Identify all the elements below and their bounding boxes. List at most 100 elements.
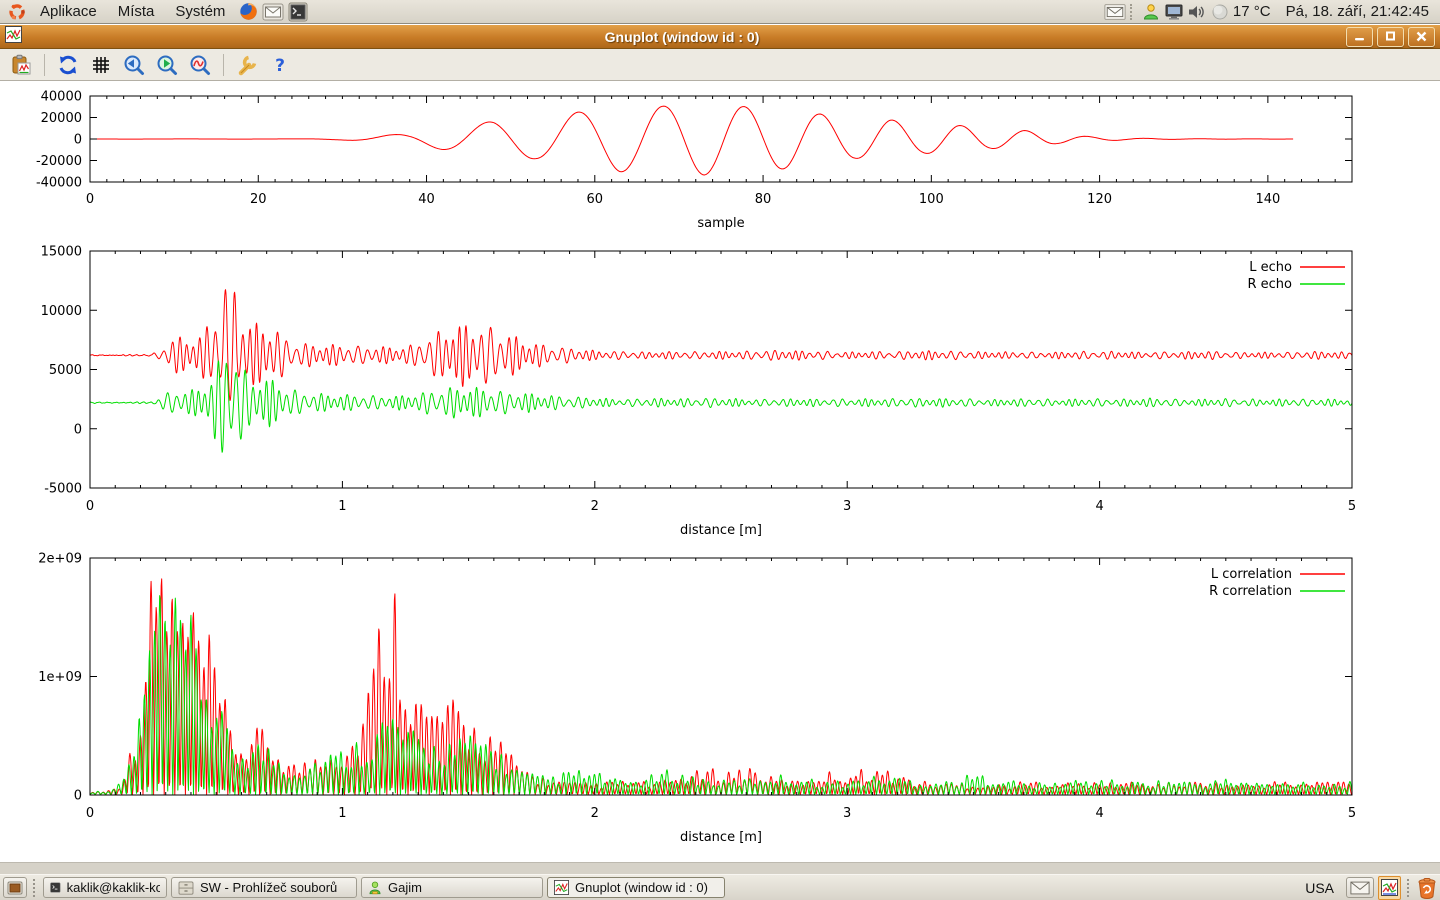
svg-text:sample: sample (697, 216, 744, 231)
gnuplot-icon (554, 880, 569, 895)
mail-notification-icon[interactable] (1104, 1, 1126, 23)
svg-text:0: 0 (74, 422, 82, 437)
task-file-manager[interactable]: SW - Prohlížeč souborů (171, 877, 357, 898)
maximize-button[interactable] (1377, 27, 1404, 47)
mail-tray-icon (1350, 881, 1370, 895)
desktop-screen: Aplikace Místa Systém (0, 0, 1440, 900)
firefox-launcher-icon[interactable] (236, 0, 260, 24)
svg-text:-40000: -40000 (36, 176, 82, 191)
unzoom-icon (189, 54, 211, 76)
unzoom-button[interactable] (185, 51, 215, 78)
svg-text:distance [m]: distance [m] (680, 523, 762, 538)
minimize-button[interactable] (1346, 27, 1373, 47)
plot-area[interactable]: 020406080100120140-40000-200000200004000… (0, 81, 1440, 862)
terminal-launcher-icon[interactable] (286, 0, 310, 24)
svg-text:3: 3 (843, 499, 851, 514)
menu-system[interactable]: Systém (165, 2, 235, 21)
task-gnuplot[interactable]: Gnuplot (window id : 0) (547, 877, 725, 898)
task-gajim[interactable]: Gajim (361, 877, 543, 898)
user-switcher-icon[interactable] (1140, 1, 1162, 23)
svg-text:R echo: R echo (1247, 277, 1292, 292)
chart-0: 020406080100120140-40000-200000200004000… (36, 90, 1352, 232)
axis-ticks (90, 558, 1352, 795)
svg-text:60: 60 (587, 192, 604, 207)
mail-launcher-icon[interactable] (261, 0, 285, 24)
help-button[interactable]: ? (265, 51, 295, 78)
chart-2: 01234501e+092e+09distance [m]L correlati… (38, 552, 1356, 846)
window-title: Gnuplot (window id : 0) (22, 29, 1342, 45)
svg-text:5000: 5000 (49, 363, 82, 378)
weather-icon[interactable] (1209, 1, 1231, 23)
zoom-previous-icon (123, 54, 145, 76)
file-manager-icon (178, 881, 194, 895)
svg-text:distance [m]: distance [m] (680, 830, 762, 845)
svg-text:5: 5 (1348, 806, 1356, 821)
plot-frame (90, 251, 1352, 488)
svg-text:0: 0 (74, 789, 82, 804)
svg-text:4: 4 (1095, 499, 1103, 514)
clock-label[interactable]: Pá, 18. září, 21:42:45 (1286, 3, 1429, 20)
svg-text:?: ? (275, 56, 285, 76)
gnuplot-window: Gnuplot (window id : 0) (0, 25, 1440, 874)
svg-text:0: 0 (86, 192, 94, 207)
plots-canvas[interactable]: 020406080100120140-40000-200000200004000… (0, 81, 1440, 862)
window-titlebar[interactable]: Gnuplot (window id : 0) (0, 25, 1440, 49)
show-desktop-icon (7, 881, 23, 895)
trash-icon[interactable] (1417, 877, 1437, 899)
svg-text:0: 0 (86, 806, 94, 821)
toolbar-separator (44, 54, 45, 76)
task-terminal[interactable]: kaklik@kaklik-kolej-u... (43, 877, 167, 898)
menu-applications[interactable]: Aplikace (30, 2, 107, 21)
svg-text:4: 4 (1095, 806, 1103, 821)
svg-text:15000: 15000 (41, 245, 82, 260)
toggle-grid-button[interactable] (86, 51, 116, 78)
svg-text:1: 1 (338, 806, 346, 821)
volume-icon[interactable] (1186, 1, 1208, 23)
show-desktop-button[interactable] (3, 877, 27, 898)
help-icon: ? (269, 54, 291, 76)
menu-places[interactable]: Místa (108, 2, 165, 21)
legend: L echo R echo (1247, 260, 1345, 292)
svg-text:0: 0 (86, 499, 94, 514)
copy-to-clipboard-button[interactable] (6, 51, 36, 78)
task-label: Gajim (388, 880, 422, 895)
gnuplot-tray-icon[interactable] (1378, 876, 1401, 900)
series-l-echo (90, 290, 1352, 401)
temperature-label[interactable]: 17 °C (1233, 3, 1271, 20)
svg-text:2: 2 (591, 499, 599, 514)
svg-text:140: 140 (1255, 192, 1280, 207)
svg-text:-5000: -5000 (44, 482, 82, 497)
svg-text:L echo: L echo (1249, 260, 1292, 275)
svg-text:1: 1 (338, 499, 346, 514)
keyboard-layout-indicator[interactable]: USA (1305, 880, 1334, 896)
taskbar-separator (1407, 879, 1411, 897)
svg-text:120: 120 (1087, 192, 1112, 207)
previous-zoom-button[interactable] (119, 51, 149, 78)
svg-text:3: 3 (843, 806, 851, 821)
close-button[interactable] (1408, 27, 1435, 47)
display-icon[interactable] (1163, 1, 1185, 23)
ubuntu-logo-icon (8, 3, 26, 21)
svg-text:R correlation: R correlation (1209, 584, 1292, 599)
window-toolbar: ? (0, 49, 1440, 81)
toolbar-separator (223, 54, 224, 76)
terminal-icon (50, 880, 61, 895)
ubuntu-menu-icon[interactable] (5, 0, 29, 24)
svg-text:20000: 20000 (41, 111, 82, 126)
task-label: Gnuplot (window id : 0) (575, 880, 708, 895)
next-zoom-button[interactable] (152, 51, 182, 78)
refresh-button[interactable] (53, 51, 83, 78)
copy-icon (10, 54, 32, 76)
taskbar-separator (33, 879, 37, 897)
svg-text:1e+09: 1e+09 (38, 670, 82, 685)
svg-text:40000: 40000 (41, 90, 82, 105)
task-label: kaklik@kaklik-kolej-u... (67, 880, 160, 895)
window-icon (5, 26, 22, 48)
mail-tray-button[interactable] (1346, 877, 1374, 898)
svg-text:20: 20 (250, 192, 267, 207)
series-l-correlation (90, 579, 1352, 794)
configure-button[interactable] (232, 51, 262, 78)
svg-text:L correlation: L correlation (1211, 567, 1292, 582)
refresh-icon (57, 54, 79, 76)
tray-grip[interactable] (1130, 4, 1136, 20)
